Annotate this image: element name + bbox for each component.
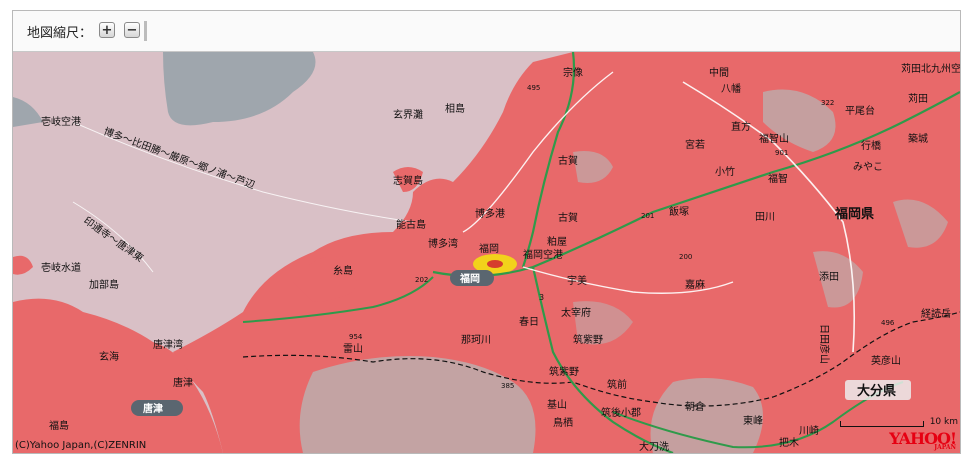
map-label-tsuiki: 築城 bbox=[908, 132, 928, 145]
map-label-oita-ken: 大分県 bbox=[857, 383, 896, 399]
map-label-higashine: 東峰 bbox=[743, 414, 763, 427]
map-label-miyawaka: 宮若 bbox=[685, 138, 705, 151]
map-label-kiyama: 基山 bbox=[547, 398, 567, 411]
map-label-fukuchi: 福智 bbox=[768, 172, 788, 185]
map-label-chikushino: 筑紫野 bbox=[573, 333, 603, 346]
map-label-iki: 壱岐水道 bbox=[41, 261, 81, 274]
map-label-fukuoka-ken: 福岡県 bbox=[834, 206, 874, 222]
map-label-aikojima: 相島 bbox=[445, 102, 465, 115]
road-number-5: 3 bbox=[539, 293, 544, 302]
map-label-hakatawan: 博多湾 bbox=[428, 237, 458, 250]
map-label-genkainada: 玄界灘 bbox=[393, 108, 423, 121]
map-label-kasuya: 粕屋 bbox=[547, 235, 567, 248]
map-toolbar: 地図縮尺： + − bbox=[13, 11, 960, 52]
map-label-eiyoshan: 英彦山 bbox=[871, 354, 901, 367]
map-svg[interactable]: 壱岐空港 玄界灘 相島 博多〜比田勝〜厳原〜郷ノ浦〜芦辺 印通寺〜唐津東 志賀島… bbox=[13, 52, 960, 453]
map-label-raizan: 雷山 bbox=[343, 343, 363, 355]
map-label-umi: 宇美 bbox=[567, 274, 587, 287]
map-label-kanada: 嘉麻 bbox=[685, 278, 705, 291]
map-label-kotake: 小竹 bbox=[715, 165, 735, 178]
zoom-out-button[interactable]: − bbox=[124, 22, 140, 38]
map-label-koga: 古賀 bbox=[558, 211, 578, 224]
karatsu-badge: 唐津 bbox=[143, 402, 163, 415]
map-canvas[interactable]: 壱岐空港 玄界灘 相島 博多〜比田勝〜厳原〜郷ノ浦〜芦辺 印通寺〜唐津東 志賀島… bbox=[13, 52, 960, 453]
map-label-miyako: みやこ bbox=[853, 161, 883, 173]
scale-bar bbox=[840, 421, 924, 427]
map-label-haki: 把木 bbox=[779, 436, 799, 449]
map-label-karatsuwan: 唐津湾 bbox=[153, 338, 183, 351]
map-label-hakatako: 博多港 bbox=[475, 207, 505, 220]
road-number-2: 200 bbox=[679, 253, 692, 261]
map-label-kanda: 苅田 bbox=[908, 92, 928, 105]
map-label-heiseidai: 平尾台 bbox=[845, 104, 875, 117]
map-label-nogata: 直方 bbox=[731, 120, 751, 133]
zoom-label: 地図縮尺： bbox=[27, 26, 93, 41]
map-label-chikuzen: 筑前 bbox=[607, 378, 627, 391]
road-number-6: 385 bbox=[501, 382, 514, 390]
map-label-kawasaki: 川崎 bbox=[799, 424, 819, 437]
map-label-chikugoogori: 筑後小郡 bbox=[601, 406, 641, 419]
scale-label: 10 km bbox=[929, 417, 958, 427]
map-label-genkai: 玄海 bbox=[99, 350, 119, 363]
map-label-kasuga: 春日 bbox=[519, 316, 539, 328]
map-label-dazaifu: 太宰府 bbox=[561, 306, 591, 319]
map-label-ofukuro: 大刀洗 bbox=[639, 440, 669, 453]
map-label-asakura: 朝倉 bbox=[685, 400, 705, 413]
map-label-yahata: 八幡 bbox=[721, 82, 741, 95]
map-label-munakata: 宗像 bbox=[563, 66, 583, 79]
road-number-1: 495 bbox=[527, 84, 540, 92]
map-label-tosu: 鳥栖 bbox=[553, 416, 573, 429]
map-label-karatsu: 唐津 bbox=[173, 376, 193, 389]
map-label-soeda: 添田 bbox=[819, 270, 839, 283]
map-label-kakara: 加部島 bbox=[89, 278, 119, 291]
map-label-fukue: 福島 bbox=[49, 419, 69, 432]
map-label-fukuoka-city: 福岡 bbox=[479, 242, 499, 255]
map-label-chikuhou: 筑紫野 bbox=[549, 365, 579, 378]
zoom-in-button[interactable]: + bbox=[99, 22, 115, 38]
map-label-tagawa: 田川 bbox=[755, 212, 775, 223]
map-label-kitakyushu-air: 苅田北九州空港 bbox=[901, 62, 960, 75]
map-label-hitahiko: 日田彦山 bbox=[818, 324, 831, 364]
map-frame: 地図縮尺： + − 壱岐空港 玄界灘 相島 博多〜比田勝〜厳原〜郷ノ浦〜芦辺 印… bbox=[12, 10, 961, 454]
fukuoka-badge: 福岡 bbox=[459, 272, 480, 285]
map-label-nakama: 中間 bbox=[709, 66, 729, 79]
map-label-keiseikaido: 経読岳 bbox=[921, 307, 951, 320]
road-number-8: 496 bbox=[881, 319, 895, 327]
map-label-itoshima: 糸島 bbox=[333, 264, 353, 277]
road-number-9: 901 bbox=[775, 149, 788, 157]
map-label-nokonoshima: 能古島 bbox=[396, 218, 426, 231]
map-label-fukuchiyama: 福智山 bbox=[759, 132, 789, 145]
map-label-ikiport: 壱岐空港 bbox=[41, 115, 81, 128]
road-number-3: 201 bbox=[641, 212, 654, 220]
road-number-4: 202 bbox=[415, 276, 428, 284]
yahoo-logo[interactable]: YAHOO! JAPAN bbox=[889, 429, 957, 451]
map-label-shikanoshima: 志賀島 bbox=[393, 174, 423, 187]
toolbar-divider bbox=[144, 21, 147, 41]
map-label-nakagawa: 那珂川 bbox=[461, 334, 491, 346]
road-number-7: 322 bbox=[821, 99, 834, 107]
map-label-yukuhashi: 行橋 bbox=[861, 139, 881, 152]
heavy-rain-core bbox=[487, 260, 503, 268]
map-label-koga2: 古賀 bbox=[558, 154, 578, 167]
copyright-text: (C)Yahoo Japan,(C)ZENRIN bbox=[15, 440, 147, 451]
map-label-iizuka: 飯塚 bbox=[669, 205, 689, 218]
road-number-10: 954 bbox=[349, 333, 363, 341]
map-label-fukuokaport: 福岡空港 bbox=[523, 248, 563, 261]
